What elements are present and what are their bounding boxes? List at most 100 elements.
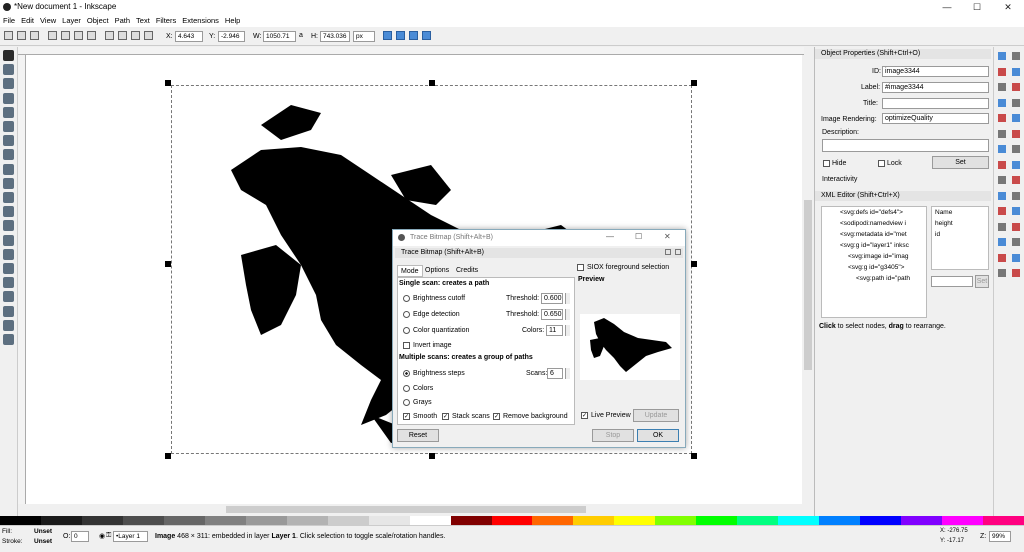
scale-handle-ne[interactable] xyxy=(691,80,697,86)
bucket-tool-icon[interactable] xyxy=(3,277,14,289)
menu-help[interactable]: Help xyxy=(222,14,243,27)
layer-select[interactable]: •Layer 1 xyxy=(113,531,148,542)
command-icon[interactable] xyxy=(1012,145,1020,153)
command-icon[interactable] xyxy=(998,98,1006,107)
xml-node[interactable]: <svg:g id="layer1" inksc xyxy=(822,240,926,251)
measure-tool-icon[interactable] xyxy=(3,106,14,118)
xml-node[interactable]: <svg:image id="imag xyxy=(822,251,926,262)
text-tool-icon[interactable] xyxy=(3,234,14,246)
palette-swatch[interactable] xyxy=(983,516,1024,525)
siox-checkbox[interactable] xyxy=(577,264,584,271)
edge-threshold-spinner[interactable] xyxy=(565,309,570,320)
palette-swatch[interactable] xyxy=(573,516,615,525)
command-icon[interactable] xyxy=(998,191,1006,200)
palette-swatch[interactable] xyxy=(819,516,861,525)
command-icon[interactable] xyxy=(1012,238,1020,246)
zoom-input[interactable]: 99% xyxy=(989,531,1011,542)
scale-handle-sw[interactable] xyxy=(165,453,171,459)
command-icon[interactable] xyxy=(998,145,1006,153)
xml-node[interactable]: <svg:defs id="defs4"> xyxy=(822,207,926,218)
y-field[interactable]: -2.946 xyxy=(218,31,245,42)
command-icon[interactable] xyxy=(1012,114,1020,122)
command-icon[interactable] xyxy=(998,67,1006,76)
command-icon[interactable] xyxy=(1012,67,1020,76)
command-icon[interactable] xyxy=(998,129,1006,138)
panel-close-icon[interactable] xyxy=(675,249,681,255)
flip-horizontal-icon[interactable] xyxy=(74,31,83,40)
remove-background-checkbox[interactable] xyxy=(493,413,500,420)
brightness-cutoff-radio[interactable] xyxy=(403,295,410,302)
maximize-button[interactable]: ☐ xyxy=(962,0,992,14)
stroke-value[interactable]: Unset xyxy=(34,538,52,545)
title-input[interactable] xyxy=(882,98,989,109)
command-icon[interactable] xyxy=(998,176,1006,184)
calligraphy-tool-icon[interactable] xyxy=(3,220,14,232)
scale-handle-nw[interactable] xyxy=(165,80,171,86)
h-field[interactable]: 743.036 xyxy=(320,31,350,42)
palette-swatch[interactable] xyxy=(655,516,697,525)
palette-swatch[interactable] xyxy=(491,516,533,525)
command-icon[interactable] xyxy=(1012,129,1020,138)
lower-icon[interactable] xyxy=(131,31,140,40)
gradient-tool-icon[interactable] xyxy=(3,291,14,303)
scans-spinner[interactable] xyxy=(565,368,570,379)
update-button[interactable]: Update xyxy=(633,409,679,422)
live-preview-checkbox[interactable] xyxy=(581,412,588,419)
zoom-tool-icon[interactable] xyxy=(3,92,14,104)
brightness-steps-radio[interactable] xyxy=(403,370,410,377)
set-button[interactable]: Set xyxy=(932,156,989,169)
select-all-icon[interactable] xyxy=(4,31,13,40)
palette-swatch[interactable] xyxy=(0,516,41,525)
x-field[interactable]: 4.643 xyxy=(175,31,203,42)
palette-swatch[interactable] xyxy=(737,516,779,525)
xml-node[interactable]: <svg:g id="g3405"> xyxy=(822,262,926,273)
scale-handle-s[interactable] xyxy=(429,453,435,459)
lock-ratio-icon[interactable]: a xyxy=(299,32,303,39)
scale-handle-n[interactable] xyxy=(429,80,435,86)
stop-button[interactable]: Stop xyxy=(592,429,634,442)
palette-swatch[interactable] xyxy=(696,516,738,525)
command-icon[interactable] xyxy=(998,52,1006,60)
palette-swatch[interactable] xyxy=(245,516,287,525)
command-icon[interactable] xyxy=(1012,191,1020,200)
connector-tool-icon[interactable] xyxy=(3,334,14,345)
interactivity-expander[interactable]: Interactivity xyxy=(822,176,857,183)
palette-swatch[interactable] xyxy=(942,516,984,525)
rotate-cw-icon[interactable] xyxy=(61,31,70,40)
scale-handle-e[interactable] xyxy=(691,261,697,267)
command-icon[interactable] xyxy=(998,114,1006,122)
opacity-input[interactable]: 0 xyxy=(71,531,89,542)
menu-filters[interactable]: Filters xyxy=(153,14,179,27)
menu-file[interactable]: File xyxy=(0,14,18,27)
dialog-close-button[interactable]: ✕ xyxy=(664,232,671,241)
fill-value[interactable]: Unset xyxy=(34,528,52,535)
command-icon[interactable] xyxy=(1012,176,1020,184)
colors-radio[interactable] xyxy=(403,385,410,392)
xml-attributes-list[interactable]: Name height id xyxy=(931,206,989,270)
hide-checkbox[interactable] xyxy=(823,160,830,167)
selector-tool-icon[interactable] xyxy=(3,50,14,61)
id-input[interactable]: image3344 xyxy=(882,66,989,77)
palette-swatch[interactable] xyxy=(450,516,492,525)
lower-to-bottom-icon[interactable] xyxy=(144,31,153,40)
command-icon[interactable] xyxy=(1012,83,1020,91)
lock-icon[interactable]: ⚿ xyxy=(106,532,111,540)
menu-path[interactable]: Path xyxy=(112,14,133,27)
reset-button[interactable]: Reset xyxy=(397,429,439,442)
horizontal-scroll-thumb[interactable] xyxy=(226,506,586,513)
color-quantization-radio[interactable] xyxy=(403,327,410,334)
raise-to-top-icon[interactable] xyxy=(105,31,114,40)
vertical-ruler[interactable] xyxy=(18,55,26,504)
close-button[interactable]: ✕ xyxy=(993,0,1023,14)
select-all-layers-icon[interactable] xyxy=(17,31,26,40)
command-icon[interactable] xyxy=(998,222,1006,231)
deselect-icon[interactable] xyxy=(30,31,39,40)
scale-handle-se[interactable] xyxy=(691,453,697,459)
dialog-minimize-button[interactable]: — xyxy=(606,232,614,241)
pencil-tool-icon[interactable] xyxy=(3,192,14,203)
pen-tool-icon[interactable] xyxy=(3,206,14,218)
palette-swatch[interactable] xyxy=(614,516,656,525)
menu-extensions[interactable]: Extensions xyxy=(179,14,222,27)
palette-swatch[interactable] xyxy=(204,516,246,525)
flip-vertical-icon[interactable] xyxy=(87,31,96,40)
